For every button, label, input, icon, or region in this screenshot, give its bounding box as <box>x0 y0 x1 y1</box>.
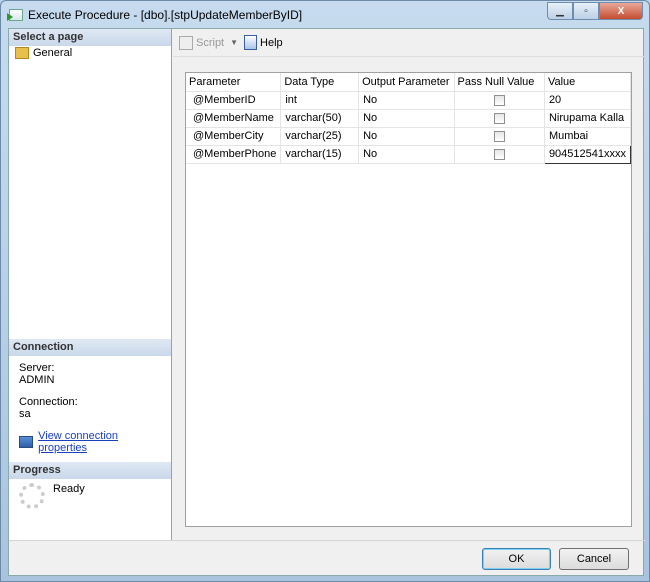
parameter-cell: @MemberName <box>186 109 282 128</box>
value-input[interactable]: 904512541xxxx <box>543 144 632 164</box>
script-button[interactable]: Script <box>179 35 224 50</box>
data-type-cell: varchar(25) <box>280 127 360 146</box>
page-label: General <box>33 47 73 59</box>
column-header-parameter[interactable]: Parameter <box>186 73 282 92</box>
column-header-value[interactable]: Value <box>544 73 632 92</box>
help-icon <box>244 35 258 50</box>
page-icon <box>15 47 29 59</box>
toolbar: Script ▼ Help <box>173 29 644 57</box>
pass-null-checkbox[interactable] <box>493 112 505 124</box>
value-cell[interactable]: 20 <box>544 91 632 110</box>
table-row: @MemberName varchar(50) No Nirupama Kalla <box>186 109 632 128</box>
server-value: ADMIN <box>19 374 55 386</box>
pass-null-checkbox[interactable] <box>493 94 505 106</box>
ok-button[interactable]: OK <box>482 548 551 570</box>
parameter-cell: @MemberPhone <box>186 145 282 164</box>
connection-label: Connection: <box>19 396 78 408</box>
table-row: @MemberPhone varchar(15) No 904512541xxxx <box>186 144 632 164</box>
cancel-button[interactable]: Cancel <box>559 548 629 570</box>
parameter-cell: @MemberCity <box>186 127 282 146</box>
table-row: @MemberID int No 20 <box>186 91 632 110</box>
progress-spinner-icon <box>19 483 45 509</box>
pass-null-checkbox[interactable] <box>493 148 505 160</box>
page-general[interactable]: General <box>9 46 171 60</box>
select-page-heading: Select a page <box>9 29 171 46</box>
pass-null-checkbox[interactable] <box>493 130 505 142</box>
output-cell: No <box>358 109 455 128</box>
parameter-cell: @MemberID <box>186 91 282 110</box>
column-header-pass-null-value[interactable]: Pass Null Value <box>454 73 545 92</box>
server-label: Server: <box>19 362 55 374</box>
data-type-cell: varchar(15) <box>280 145 360 164</box>
table-row: @MemberCity varchar(25) No Mumbai <box>186 127 632 146</box>
parameters-grid: Parameter Data Type Output Parameter Pas… <box>185 72 632 527</box>
minimize-button[interactable]: ▁ <box>547 2 573 20</box>
execute-procedure-window: Execute Procedure - [dbo].[stpUpdateMemb… <box>0 0 650 582</box>
help-button[interactable]: Help <box>244 35 283 50</box>
output-cell: No <box>358 91 455 110</box>
connection-heading: Connection <box>9 339 171 356</box>
view-connection-properties-link[interactable]: View connection properties <box>38 430 161 454</box>
execute-icon <box>7 9 23 21</box>
column-header-data-type[interactable]: Data Type <box>280 73 360 92</box>
title-bar: Execute Procedure - [dbo].[stpUpdateMemb… <box>7 6 303 24</box>
data-type-cell: int <box>280 91 360 110</box>
progress-heading: Progress <box>9 462 171 479</box>
column-header-output-parameter[interactable]: Output Parameter <box>358 73 455 92</box>
maximize-button[interactable]: ▫ <box>573 2 599 20</box>
output-cell: No <box>358 145 455 164</box>
value-cell[interactable]: Mumbai <box>544 127 632 146</box>
data-type-cell: varchar(50) <box>280 109 360 128</box>
script-dropdown-icon[interactable]: ▼ <box>230 38 238 47</box>
left-panel: Select a page General Connection Server:… <box>9 29 172 540</box>
close-button[interactable]: X <box>599 2 643 20</box>
output-cell: No <box>358 127 455 146</box>
progress-status: Ready <box>53 483 85 495</box>
script-icon <box>179 35 193 50</box>
connection-properties-icon <box>19 436 34 448</box>
window-title: Execute Procedure - [dbo].[stpUpdateMemb… <box>28 8 303 22</box>
connection-value: sa <box>19 408 31 420</box>
value-cell[interactable]: Nirupama Kalla <box>544 109 632 128</box>
